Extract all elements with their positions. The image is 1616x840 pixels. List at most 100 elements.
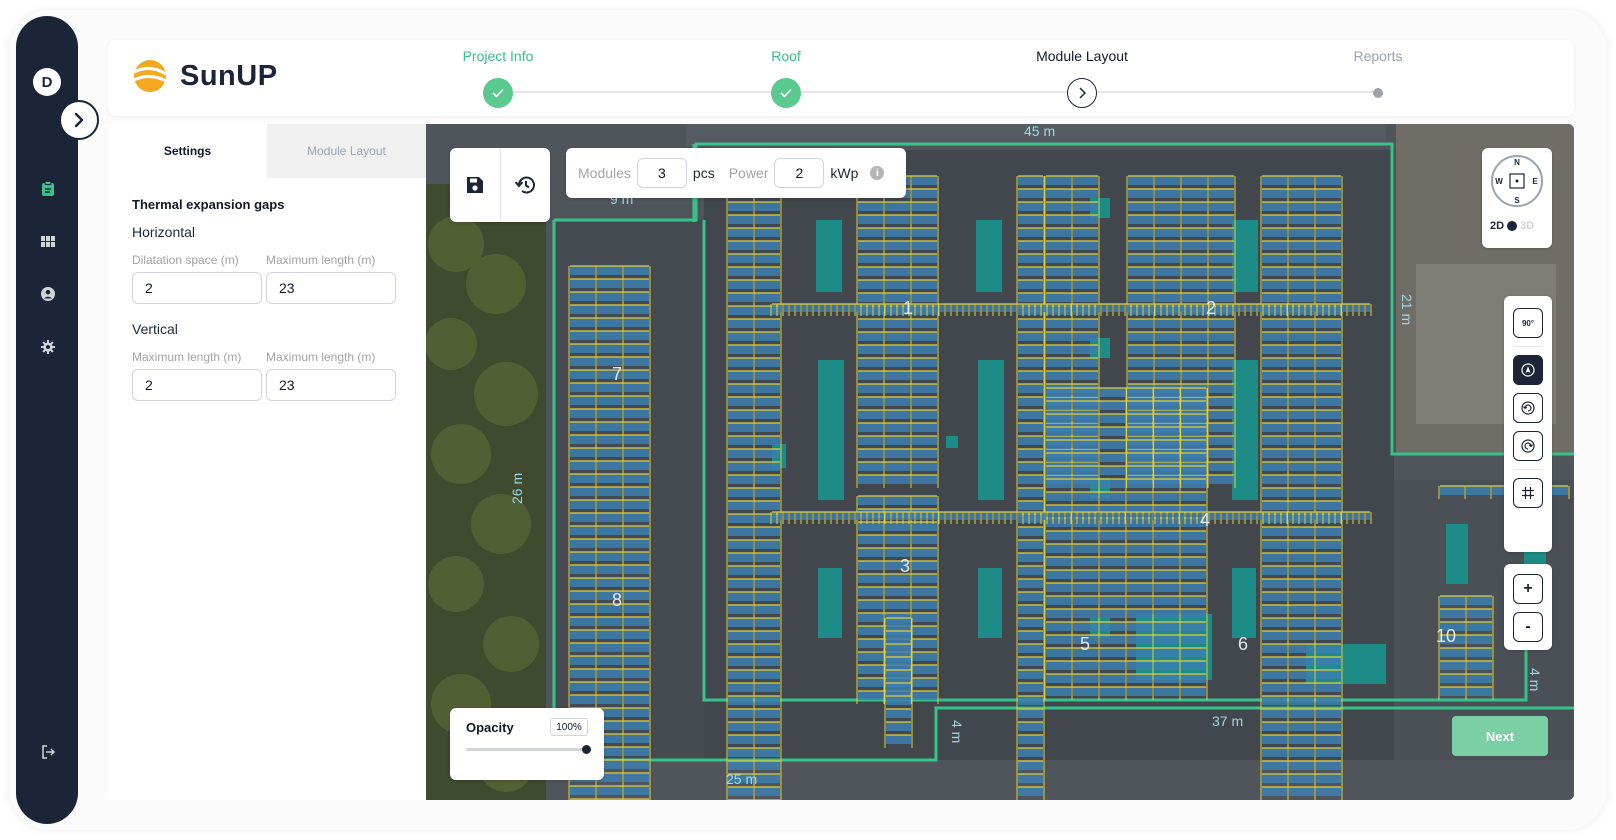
pv-module	[1209, 241, 1234, 250]
pv-module	[1209, 462, 1234, 471]
pv-module	[1054, 512, 1058, 520]
step-reports[interactable]: Reports	[1268, 48, 1488, 108]
compass-south: S	[1514, 196, 1520, 205]
tab-settings[interactable]: Settings	[108, 124, 267, 178]
pv-module	[755, 514, 780, 523]
pv-module	[1100, 557, 1125, 566]
step-roof[interactable]: Roof	[676, 48, 896, 108]
step-project-info[interactable]: Project Info	[388, 48, 608, 108]
pv-module	[755, 761, 780, 770]
pv-module	[1289, 670, 1314, 679]
pv-module	[1154, 661, 1179, 670]
map-canvas[interactable]: 1 2 3 4 5 6 7 8 10 45 m 9 m 21 m 26 m 37…	[426, 124, 1574, 800]
pv-module	[570, 539, 595, 548]
pv-module	[1100, 687, 1125, 696]
pv-module	[1258, 512, 1262, 520]
pv-module	[624, 565, 649, 574]
pv-module	[1289, 423, 1314, 432]
pv-module	[1316, 501, 1341, 510]
pv-module	[885, 535, 910, 544]
clipboard-icon[interactable]	[38, 179, 58, 199]
pv-module	[946, 304, 950, 312]
pv-module	[1128, 228, 1153, 237]
pv-module	[597, 305, 622, 314]
view-toggle[interactable]: 2D 3D	[1490, 220, 1534, 232]
pv-module	[885, 345, 910, 354]
pv-module	[1046, 635, 1071, 644]
pv-module	[570, 500, 595, 509]
opacity-value[interactable]: 100%	[550, 718, 588, 736]
pv-module	[1000, 304, 1004, 312]
grid-icon[interactable]	[38, 232, 58, 252]
power-field[interactable]: 2	[774, 158, 825, 188]
horizontal-dilatation-input[interactable]	[132, 272, 262, 304]
pv-module	[1209, 449, 1234, 458]
opacity-slider-track[interactable]	[466, 745, 591, 754]
pv-module	[1316, 397, 1341, 406]
pv-module	[570, 279, 595, 288]
pv-module	[755, 553, 780, 562]
expand-chevron-icon[interactable]	[59, 100, 99, 140]
pv-module	[1181, 674, 1206, 683]
history-icon[interactable]	[499, 148, 551, 222]
pv-module	[728, 449, 753, 458]
pv-module	[624, 721, 649, 730]
pv-module	[858, 358, 883, 367]
pv-module	[874, 512, 878, 520]
step-module-layout[interactable]: Module Layout	[972, 48, 1192, 108]
opacity-slider-knob[interactable]	[582, 745, 591, 754]
pv-module	[728, 566, 753, 575]
tab-module-layout[interactable]: Module Layout	[267, 124, 426, 178]
pv-module	[728, 202, 753, 211]
avatar[interactable]: D	[33, 68, 61, 96]
horizontal-max-length-input[interactable]	[266, 272, 396, 304]
pv-module	[858, 652, 883, 661]
pv-module	[624, 552, 649, 561]
pv-module	[1018, 670, 1043, 679]
array-label: 3	[900, 556, 910, 576]
pv-module	[1234, 512, 1238, 520]
pv-module	[1192, 512, 1196, 520]
pv-module	[728, 683, 753, 692]
pv-module	[1324, 512, 1328, 520]
pv-module	[826, 512, 830, 520]
vertical-max-length-input-2[interactable]	[266, 369, 396, 401]
save-icon[interactable]	[450, 148, 500, 222]
pv-module	[1209, 176, 1234, 185]
pv-module	[1154, 466, 1179, 475]
pv-module	[624, 344, 649, 353]
rotate-left-button[interactable]	[1513, 393, 1543, 423]
rotate-right-button[interactable]	[1513, 431, 1543, 461]
compass-align-button[interactable]	[1513, 355, 1543, 385]
grid-toggle-button[interactable]	[1513, 478, 1543, 508]
pv-module	[1078, 304, 1082, 312]
compass-icon[interactable]: N S E W	[1489, 153, 1545, 209]
zoom-out-button[interactable]: -	[1513, 612, 1543, 642]
zoom-in-button[interactable]: +	[1513, 574, 1543, 604]
pv-module	[1155, 254, 1180, 263]
roof-layout-map[interactable]: 1 2 3 4 5 6 7 8 10 45 m 9 m 21 m 26 m 37…	[426, 124, 1574, 800]
pv-module	[1155, 280, 1180, 289]
pv-module	[1046, 687, 1071, 696]
pv-module	[858, 241, 883, 250]
pv-module	[885, 215, 910, 224]
pv-module	[858, 202, 883, 211]
user-icon[interactable]	[38, 284, 58, 304]
gear-icon[interactable]	[38, 337, 58, 357]
pv-module	[1127, 570, 1152, 579]
pv-module	[755, 202, 780, 211]
pv-module	[858, 215, 883, 224]
rotate-90-button[interactable]: 90°	[1513, 308, 1543, 338]
logout-icon[interactable]	[38, 742, 58, 762]
pv-module	[1168, 304, 1172, 312]
modules-count-field[interactable]: 3	[636, 158, 687, 188]
next-button[interactable]: Next	[1452, 716, 1548, 756]
vertical-max-length-input[interactable]	[132, 369, 262, 401]
pv-module	[1138, 304, 1142, 312]
dimension-label: 26 m	[509, 473, 525, 504]
pv-module	[1046, 293, 1071, 302]
info-icon[interactable]: i	[870, 166, 885, 180]
field-label: Dilatation space (m)	[132, 253, 239, 267]
pv-module	[1289, 371, 1314, 380]
pv-module	[912, 397, 937, 406]
